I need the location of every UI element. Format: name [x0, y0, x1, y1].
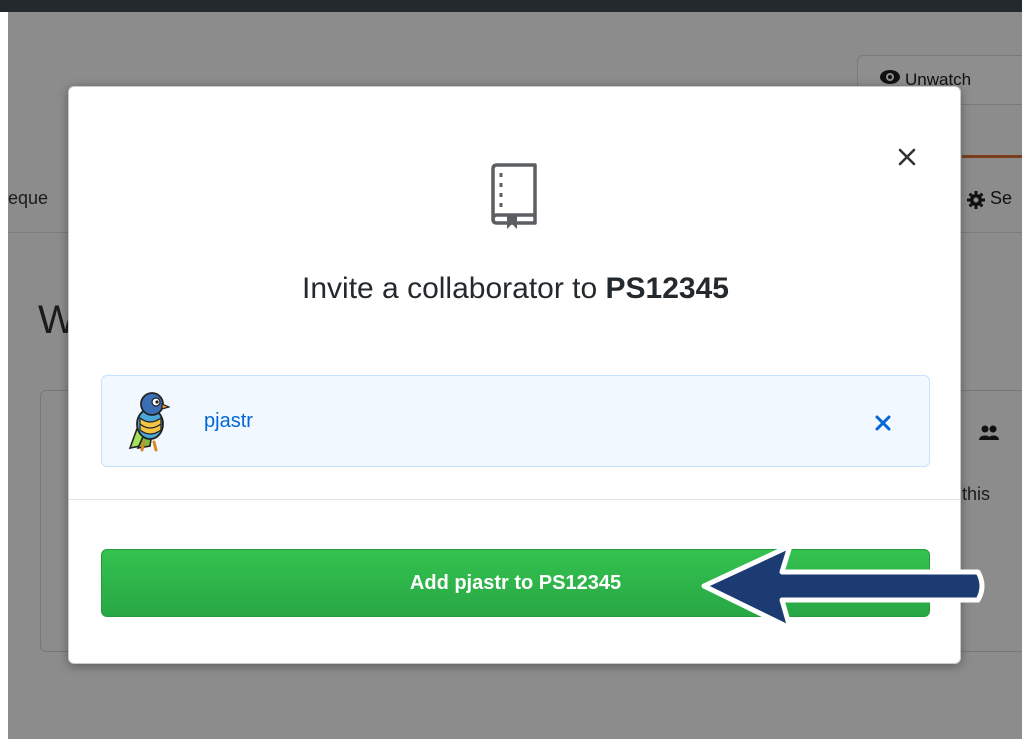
- selected-tab-underline: [962, 155, 1022, 158]
- repository-name: PS12345: [605, 272, 729, 305]
- remove-user-button[interactable]: [868, 408, 898, 438]
- arrow-left-icon: [701, 543, 985, 631]
- gear-icon: [967, 191, 985, 209]
- remove-x-icon: [875, 415, 891, 431]
- selected-username[interactable]: pjastr: [204, 410, 253, 433]
- dialog-title: Invite a collaborator to PS12345: [69, 271, 962, 307]
- collaborators-description: this: [962, 484, 991, 504]
- repo-tab-pull-requests: eque: [8, 188, 49, 208]
- dialog-divider: [69, 499, 960, 500]
- repo-book-icon: [491, 163, 537, 229]
- dialog-title-text: Invite a collaborator to: [302, 272, 606, 305]
- people-icon: [979, 425, 999, 440]
- user-avatar: [128, 392, 170, 452]
- settings-tab-label: Se: [990, 188, 1013, 208]
- selected-user-chip: pjastr: [101, 375, 930, 467]
- top-header-bar: [0, 0, 1022, 12]
- close-icon: [898, 148, 916, 166]
- eye-icon: [880, 70, 900, 84]
- close-dialog-button[interactable]: [893, 143, 921, 171]
